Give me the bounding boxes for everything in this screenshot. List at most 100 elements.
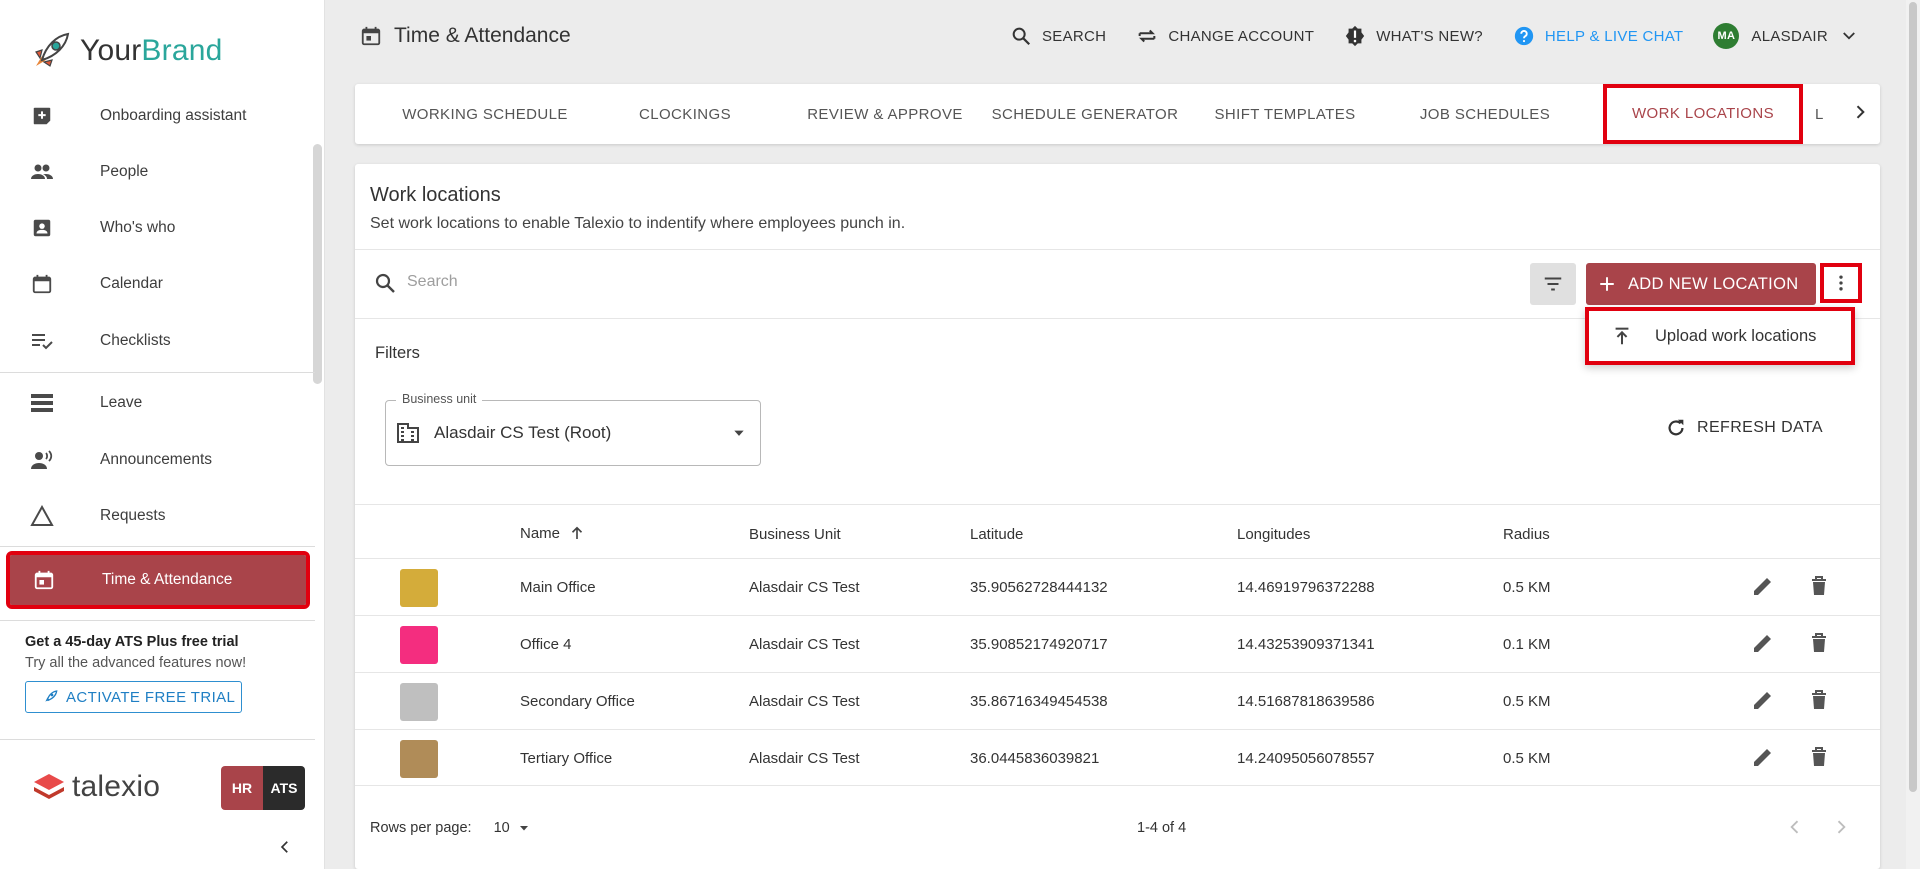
activate-trial-button[interactable]: ACTIVATE FREE TRIAL — [25, 681, 242, 713]
tab-job-schedules[interactable]: JOB SCHEDULES — [1385, 84, 1585, 144]
help-live-chat-button[interactable]: HELP & LIVE CHAT — [1513, 25, 1683, 47]
sidebar-item-whos-who[interactable]: Who's who — [8, 202, 308, 254]
sidebar-item-calendar[interactable]: Calendar — [8, 258, 308, 310]
refresh-icon — [1668, 419, 1684, 436]
delete-trash-icon[interactable] — [1807, 688, 1831, 712]
delete-trash-icon[interactable] — [1807, 745, 1831, 769]
sidebar-item-time-attendance[interactable]: Time & Attendance — [6, 551, 310, 609]
rocket-logo-icon — [35, 32, 70, 67]
hr-badge[interactable]: HR — [221, 766, 263, 810]
column-header-name[interactable]: Name — [520, 524, 586, 542]
edit-pencil-icon[interactable] — [1751, 631, 1775, 655]
table-row[interactable]: Secondary Office Alasdair CS Test 35.867… — [355, 672, 1880, 729]
tab-label: REVIEW & APPROVE — [807, 105, 963, 123]
tab-label: WORK LOCATIONS — [1632, 104, 1774, 122]
brand-name-part1: Your — [80, 34, 142, 67]
sidebar-item-announcements[interactable]: Announcements — [8, 434, 308, 486]
collapse-sidebar-icon[interactable] — [276, 838, 294, 856]
column-header-business-unit[interactable]: Business Unit — [749, 526, 841, 543]
filter-button[interactable] — [1530, 263, 1576, 305]
add-new-location-button[interactable]: ADD NEW LOCATION — [1586, 263, 1816, 305]
column-header-radius[interactable]: Radius — [1503, 526, 1550, 543]
edit-pencil-icon[interactable] — [1751, 745, 1775, 769]
sidebar-item-label: People — [100, 163, 149, 180]
rows-per-page-select[interactable]: 10 — [494, 820, 530, 836]
refresh-data-button[interactable]: REFRESH DATA — [1665, 417, 1823, 439]
business-unit-value: Alasdair CS Test (Root) — [434, 423, 612, 442]
time-calendar-icon — [361, 26, 381, 46]
column-header-latitude[interactable]: Latitude — [970, 526, 1023, 543]
talexio-wordmark: talexio — [72, 770, 161, 803]
sidebar-item-checklists[interactable]: Checklists — [8, 315, 308, 367]
location-radius: 0.5 KM — [1503, 693, 1551, 710]
tab-working-schedule[interactable]: WORKING SCHEDULE — [385, 84, 585, 144]
column-header-longitudes[interactable]: Longitudes — [1237, 526, 1310, 543]
column-header-label: Radius — [1503, 526, 1550, 543]
table-row[interactable]: Tertiary Office Alasdair CS Test 36.0445… — [355, 729, 1880, 786]
pagination-range: 1-4 of 4 — [1137, 820, 1187, 836]
location-business-unit: Alasdair CS Test — [749, 636, 860, 653]
tab-label: JOB SCHEDULES — [1419, 105, 1551, 123]
table-row[interactable]: Office 4 Alasdair CS Test 35.90852174920… — [355, 615, 1880, 672]
avatar: MA — [1713, 23, 1740, 49]
location-name: Office 4 — [520, 636, 572, 653]
leave-icon — [30, 391, 54, 415]
brand-logo[interactable]: YourBrand — [28, 28, 222, 74]
trial-subtitle: Try all the advanced features now! — [25, 655, 247, 671]
talexio-logo: talexio — [32, 770, 160, 804]
page-header: Time & Attendance — [360, 24, 571, 48]
rows-per-page: Rows per page: 10 — [370, 820, 530, 836]
column-header-label: Longitudes — [1237, 526, 1311, 543]
tab-bar: WORKING SCHEDULE CLOCKINGS REVIEW & APPR… — [355, 84, 1880, 144]
sidebar-item-label: Leave — [100, 394, 143, 411]
sidebar-item-people[interactable]: People — [8, 146, 308, 198]
search-icon — [1012, 27, 1031, 46]
table-row[interactable]: Main Office Alasdair CS Test 35.90562728… — [355, 558, 1880, 615]
tab-overflow[interactable]: L — [1815, 84, 1831, 144]
edit-pencil-icon[interactable] — [1751, 574, 1775, 598]
ats-badge[interactable]: ATS — [263, 766, 305, 810]
user-menu[interactable]: MA ALASDAIR — [1713, 23, 1858, 49]
sidebar-scrollbar[interactable] — [313, 144, 322, 384]
business-unit-select[interactable]: Business unit Alasdair CS Test (Root) — [385, 392, 761, 466]
sidebar-divider — [0, 546, 315, 547]
divider — [355, 249, 1880, 250]
delete-trash-icon[interactable] — [1807, 574, 1831, 598]
tab-shift-templates[interactable]: SHIFT TEMPLATES — [1185, 84, 1385, 144]
brand-name-part2: Brand — [141, 34, 223, 67]
location-latitude: 35.86716349454538 — [970, 693, 1108, 710]
previous-page-icon[interactable] — [1785, 817, 1805, 837]
help-icon — [1514, 26, 1534, 46]
search-button[interactable]: SEARCH — [1010, 25, 1106, 47]
location-color-swatch — [400, 682, 438, 721]
sidebar-item-leave[interactable]: Leave — [8, 377, 308, 429]
delete-trash-icon[interactable] — [1807, 631, 1831, 655]
product-switcher[interactable]: HR ATS — [221, 766, 305, 810]
sidebar-item-label: Checklists — [100, 332, 171, 349]
tabs-scroll-right-icon[interactable] — [1850, 102, 1870, 122]
search-input[interactable] — [407, 267, 1007, 297]
tab-clockings[interactable]: CLOCKINGS — [585, 84, 785, 144]
sidebar-item-requests[interactable]: Requests — [8, 490, 308, 542]
edit-pencil-icon[interactable] — [1751, 688, 1775, 712]
next-page-icon[interactable] — [1831, 817, 1851, 837]
upload-work-locations-menu-item[interactable]: Upload work locations — [1585, 307, 1855, 365]
location-business-unit: Alasdair CS Test — [749, 693, 860, 710]
page-scrollbar[interactable] — [1906, 0, 1920, 869]
sidebar-item-onboarding[interactable]: Onboarding assistant — [8, 90, 308, 142]
location-name: Secondary Office — [520, 693, 635, 710]
plus-box-icon — [30, 104, 54, 128]
upload-work-locations-label: Upload work locations — [1655, 326, 1817, 345]
alert-badge-icon — [1346, 25, 1365, 47]
refresh-data-label: REFRESH DATA — [1697, 419, 1823, 436]
tab-work-locations[interactable]: WORK LOCATIONS — [1603, 84, 1803, 144]
announcement-icon — [30, 448, 54, 472]
change-account-button[interactable]: CHANGE ACCOUNT — [1136, 25, 1314, 47]
more-options-button[interactable] — [1820, 263, 1862, 303]
sidebar: YourBrand Onboarding assistant People Wh… — [0, 0, 325, 869]
whats-new-button[interactable]: WHAT'S NEW? — [1344, 25, 1483, 47]
tab-review-approve[interactable]: REVIEW & APPROVE — [785, 84, 985, 144]
sidebar-divider — [0, 739, 315, 740]
change-account-label: CHANGE ACCOUNT — [1168, 27, 1315, 45]
tab-schedule-generator[interactable]: SCHEDULE GENERATOR — [985, 84, 1185, 144]
